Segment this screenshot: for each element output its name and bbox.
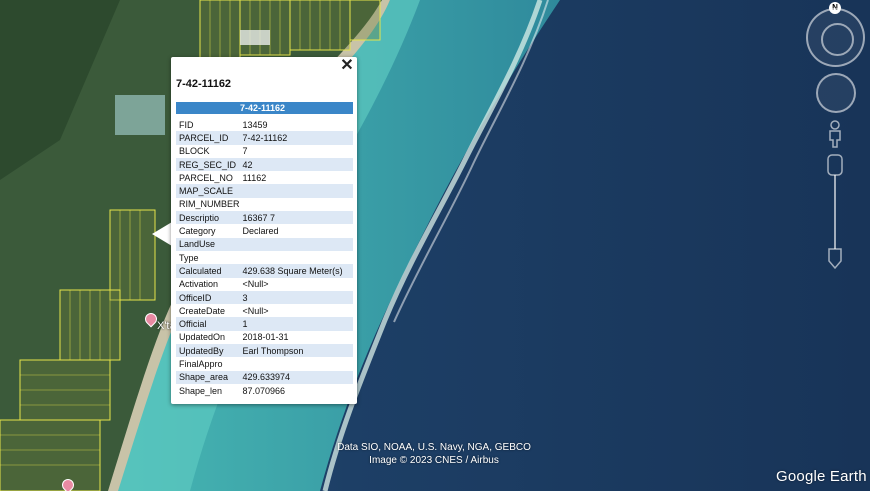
attribute-key: Descriptio bbox=[176, 211, 240, 225]
attribute-table-header: 7-42-11162 bbox=[176, 102, 353, 114]
attribute-row: UpdatedOn 2018-01-31 bbox=[176, 331, 353, 344]
attribute-row: CreateDate <Null> bbox=[176, 304, 353, 317]
attribute-value bbox=[240, 198, 353, 211]
attribute-row: BLOCK 7 bbox=[176, 145, 353, 158]
attribute-key: OfficeID bbox=[176, 290, 240, 305]
compass-icon[interactable] bbox=[806, 8, 865, 67]
attribute-row: Shape_area 429.633974 bbox=[176, 370, 353, 384]
attribute-value bbox=[239, 237, 353, 251]
attribution-line-1: Data SIO, NOAA, U.S. Navy, NGA, GEBCO bbox=[337, 442, 531, 453]
attribute-key: FID bbox=[179, 119, 194, 130]
attribute-row: FinalAppro bbox=[176, 357, 353, 370]
attribute-key: Category bbox=[179, 226, 216, 237]
feature-info-balloon: ✕ 7-42-11162 7-42-11162 FID 13459 PARCEL_I… bbox=[171, 57, 357, 404]
attribute-row: Shape_len 87.070966 bbox=[176, 384, 353, 397]
attribute-row: UpdatedBy Earl Thompson bbox=[176, 344, 353, 358]
attribute-key: PARCEL_NO bbox=[179, 172, 233, 183]
attribute-row: RIM_NUMBER bbox=[176, 198, 353, 211]
attribute-value: 429.633974 bbox=[239, 370, 353, 384]
attribute-table-header-label: 7-42-11162 bbox=[240, 103, 286, 113]
satellite-imagery bbox=[0, 0, 870, 491]
attribute-row: REG_SEC_ID 42 bbox=[176, 157, 353, 172]
attribute-value: 11162 bbox=[242, 172, 267, 183]
attribute-value: 13459 bbox=[242, 119, 268, 130]
attribute-value: 2018-01-31 bbox=[242, 332, 289, 343]
attribute-value: 7-42-11162 bbox=[239, 131, 353, 145]
attribute-value bbox=[240, 357, 353, 370]
attribute-row: Descriptio 16367 7 bbox=[176, 211, 353, 225]
attribute-value bbox=[239, 184, 353, 198]
attribute-row: OfficeID 3 bbox=[176, 290, 353, 305]
satellite-map[interactable]: X'ta ✕ 7-42-11162 7-42-11162 FID 13459 PAR… bbox=[0, 0, 870, 491]
attribute-key: FinalAppro bbox=[179, 358, 223, 369]
attribute-key: Shape_area bbox=[176, 370, 240, 384]
attribute-value: 16367 7 bbox=[239, 211, 353, 225]
attribute-key: Shape_len bbox=[179, 385, 223, 396]
attribute-row: Official 1 bbox=[176, 317, 353, 331]
balloon-pointer bbox=[152, 222, 172, 246]
attribute-row: Category Declared bbox=[176, 224, 353, 237]
balloon-title: 7-42-11162 bbox=[176, 78, 232, 90]
attribute-value: 3 bbox=[239, 290, 353, 305]
attribute-key: UpdatedOn bbox=[179, 332, 226, 343]
attribute-value: <Null> bbox=[242, 305, 269, 316]
attribute-value: 42 bbox=[239, 157, 353, 172]
attribute-value: Earl Thompson bbox=[239, 344, 353, 358]
attribution-line-2: Image © 2023 CNES / Airbus bbox=[369, 455, 499, 466]
attribute-value: 7 bbox=[242, 146, 248, 157]
attribute-row: FID 13459 bbox=[176, 118, 353, 131]
attribute-value: 87.070966 bbox=[242, 385, 286, 396]
attribute-key: Type bbox=[179, 252, 199, 263]
attribute-key: Official bbox=[176, 317, 240, 331]
attribute-value: Declared bbox=[242, 226, 279, 237]
attribute-key: MAP_SCALE bbox=[176, 184, 240, 198]
attribute-value: 429.638 Square Meter(s) bbox=[239, 264, 353, 278]
attribute-row: MAP_SCALE bbox=[176, 184, 353, 198]
attribute-value: 1 bbox=[239, 317, 353, 331]
attribute-key: UpdatedBy bbox=[176, 344, 240, 358]
close-icon[interactable]: ✕ bbox=[340, 58, 354, 74]
attribute-key: REG_SEC_ID bbox=[176, 157, 240, 172]
attribute-key: RIM_NUMBER bbox=[179, 199, 240, 210]
attribute-row: LandUse bbox=[176, 237, 353, 251]
imagery-attribution: Data SIO, NOAA, U.S. Navy, NGA, GEBCO Im… bbox=[300, 441, 568, 467]
attribute-key: PARCEL_ID bbox=[176, 131, 240, 145]
attribute-row: Activation <Null> bbox=[176, 278, 353, 291]
look-joystick-icon[interactable] bbox=[816, 73, 856, 113]
attribute-row: Type bbox=[176, 251, 353, 264]
attribute-key: Activation bbox=[179, 279, 219, 290]
attribute-table: FID 13459 PARCEL_ID 7-42-11162 BLOCK 7 REG_SEC… bbox=[176, 118, 353, 397]
attribute-value: <Null> bbox=[242, 279, 269, 290]
attribute-key: LandUse bbox=[176, 237, 240, 251]
zoom-slider[interactable] bbox=[826, 153, 844, 271]
attribute-row: PARCEL_NO 11162 bbox=[176, 171, 353, 184]
attribute-key: Calculated bbox=[176, 264, 240, 278]
pegman-icon[interactable] bbox=[825, 120, 845, 148]
attribute-row: Calculated 429.638 Square Meter(s) bbox=[176, 264, 353, 278]
attribute-key: CreateDate bbox=[179, 305, 226, 316]
attribute-key: BLOCK bbox=[179, 146, 210, 157]
google-earth-logo: Google Earth bbox=[776, 468, 867, 485]
attribute-row: PARCEL_ID 7-42-11162 bbox=[176, 131, 353, 145]
attribute-value bbox=[240, 251, 353, 264]
